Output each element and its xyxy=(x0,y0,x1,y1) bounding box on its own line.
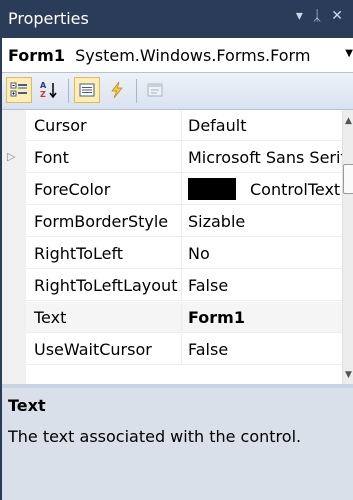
chevron-down-icon[interactable]: ▼ xyxy=(343,48,353,59)
property-row-usewaitcursor[interactable]: UseWaitCursor False xyxy=(2,334,342,366)
properties-icon xyxy=(79,83,95,97)
svg-text:Z: Z xyxy=(40,90,46,99)
property-row-text[interactable]: Text Form1 xyxy=(2,302,342,334)
svg-text:A: A xyxy=(40,81,47,90)
property-name: Font xyxy=(26,142,182,173)
alphabetical-icon: A Z xyxy=(40,81,57,99)
property-row-righttoleft[interactable]: RightToLeft No xyxy=(2,238,342,270)
property-value[interactable]: Default xyxy=(182,110,342,141)
categorized-button[interactable] xyxy=(6,77,32,103)
color-swatch xyxy=(188,178,236,200)
property-name: Cursor xyxy=(26,110,182,141)
close-icon[interactable]: ✕ xyxy=(331,8,343,24)
property-name: FormBorderStyle xyxy=(26,206,182,237)
property-row-forecolor[interactable]: ForeColor ControlText xyxy=(2,174,342,206)
object-selector-text: Form1 System.Windows.Forms.Form xyxy=(8,46,310,65)
description-title: Text xyxy=(8,396,46,415)
scroll-down-icon[interactable]: ▼ xyxy=(345,370,352,380)
property-name: Text xyxy=(26,302,182,333)
property-pages-button[interactable] xyxy=(142,77,168,103)
scroll-up-icon[interactable]: ▲ xyxy=(345,116,352,126)
property-name: ForeColor xyxy=(26,174,182,205)
events-button[interactable] xyxy=(104,77,130,103)
property-name: UseWaitCursor xyxy=(26,334,182,365)
property-row-cursor[interactable]: Cursor Default xyxy=(2,110,342,142)
window-title: Properties xyxy=(8,9,89,28)
property-value[interactable]: Form1 xyxy=(182,302,342,333)
pin-icon[interactable]: ᛣ xyxy=(313,8,321,24)
title-bar: Properties ▾ ᛣ ✕ xyxy=(0,0,353,38)
property-value[interactable]: Microsoft Sans Serif xyxy=(182,142,342,173)
lightning-icon xyxy=(111,81,123,99)
object-name: Form1 xyxy=(8,46,65,65)
window-position-dropdown-icon[interactable]: ▾ xyxy=(296,8,303,24)
object-type: System.Windows.Forms.Form xyxy=(75,46,311,65)
properties-toolbar: A Z xyxy=(2,73,353,110)
toolbar-separator xyxy=(68,79,69,103)
property-name: RightToLeft xyxy=(26,238,182,269)
property-row-righttoleftlayout[interactable]: RightToLeftLayout False xyxy=(2,270,342,302)
property-row-formborderstyle[interactable]: FormBorderStyle Sizable xyxy=(2,206,342,238)
title-bar-buttons: ▾ ᛣ ✕ xyxy=(296,8,353,24)
description-pane: Text The text associated with the contro… xyxy=(2,388,353,500)
property-value[interactable]: False xyxy=(182,270,342,301)
property-value[interactable]: False xyxy=(182,334,342,365)
property-value[interactable]: Sizable xyxy=(182,206,342,237)
description-text: The text associated with the control. xyxy=(8,427,302,446)
object-selector[interactable]: Form1 System.Windows.Forms.Form ▼ xyxy=(2,38,353,73)
properties-button[interactable] xyxy=(74,77,100,103)
property-row-font[interactable]: ▷ Font Microsoft Sans Serif xyxy=(2,142,342,174)
property-value: ControlText xyxy=(250,180,341,199)
vertical-scrollbar[interactable]: ▲ ▼ xyxy=(342,110,353,384)
toolbar-separator xyxy=(136,79,137,103)
property-value[interactable]: No xyxy=(182,238,342,269)
categorized-icon xyxy=(10,82,27,97)
scrollbar-thumb[interactable] xyxy=(343,164,353,194)
alphabetical-button[interactable]: A Z xyxy=(36,77,62,103)
property-value-forecolor[interactable]: ControlText xyxy=(182,174,342,205)
property-grid: Cursor Default ▷ Font Microsoft Sans Ser… xyxy=(2,110,353,384)
expand-arrow-icon[interactable]: ▷ xyxy=(7,150,15,163)
property-pages-icon xyxy=(147,83,163,97)
property-name: RightToLeftLayout xyxy=(26,270,182,301)
